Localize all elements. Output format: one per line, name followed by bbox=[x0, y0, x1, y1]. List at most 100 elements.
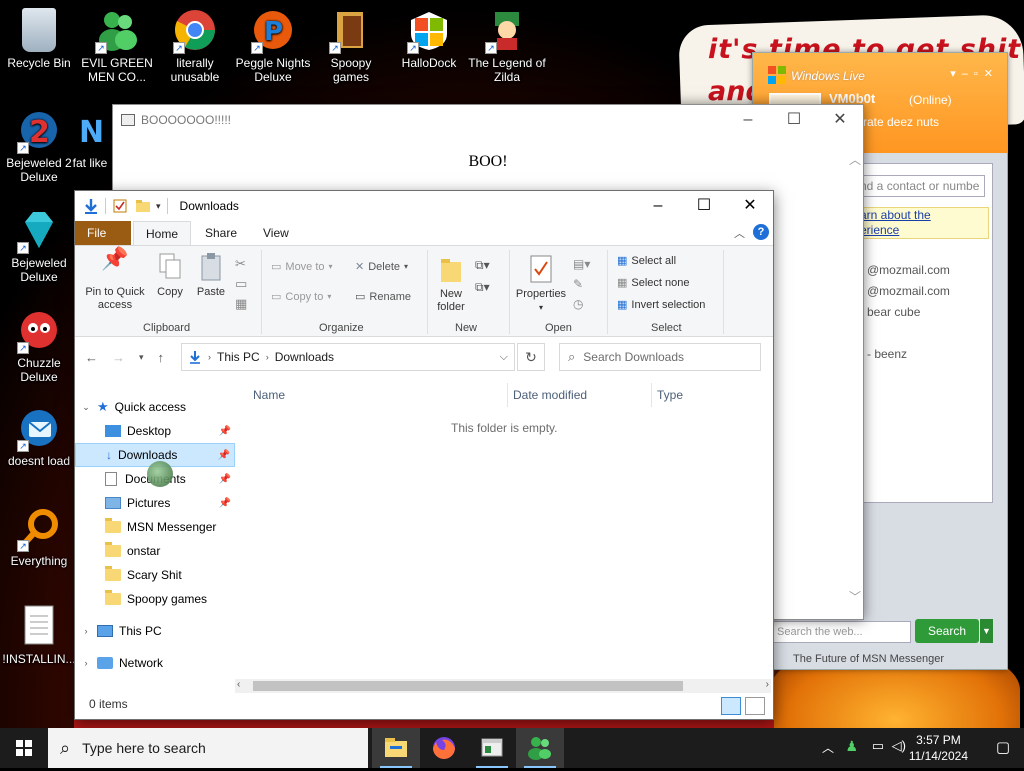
scroll-right-icon[interactable]: › bbox=[766, 679, 769, 690]
breadcrumb-this-pc[interactable]: This PC bbox=[217, 350, 260, 364]
copy-to-button[interactable]: ▭ Copy to ▾ bbox=[271, 290, 331, 304]
taskbar-boo-app[interactable] bbox=[468, 728, 516, 768]
download-arrow-icon[interactable] bbox=[83, 198, 99, 214]
tree-item-desktop[interactable]: Desktop 📌 bbox=[75, 419, 235, 443]
scroll-up-icon[interactable]: ︿ bbox=[849, 151, 861, 168]
pin-icon[interactable]: 📌 bbox=[218, 450, 230, 461]
properties-button[interactable]: Properties ▾ bbox=[515, 254, 567, 314]
refresh-icon[interactable]: ↻ bbox=[517, 343, 545, 371]
open-small-icons[interactable]: ▤▾ ✎ ◷ bbox=[573, 254, 590, 314]
clock[interactable]: 3:57 PM 11/14/2024 bbox=[909, 732, 968, 764]
new-item-small-icons[interactable]: ⧉▾ ⧉▾ bbox=[475, 254, 490, 298]
tree-item-pictures[interactable]: Pictures 📌 bbox=[75, 491, 235, 515]
pin-icon[interactable]: 📌 bbox=[219, 498, 231, 509]
address-bar[interactable]: › This PC › Downloads ⌵ bbox=[181, 343, 515, 371]
tree-item-spoopy-games[interactable]: Spoopy games bbox=[75, 587, 235, 611]
taskbar-firefox[interactable] bbox=[420, 728, 468, 768]
desktop-icon-fat-like[interactable]: N fat like bbox=[60, 108, 120, 170]
file-explorer-window[interactable]: ▾ Downloads – ☐ ✕ File Home Share View ︿… bbox=[74, 190, 774, 720]
chevron-right-icon[interactable]: › bbox=[75, 626, 97, 636]
messenger-personal-message[interactable]: rate deez nuts bbox=[863, 115, 939, 129]
column-divider[interactable] bbox=[507, 383, 508, 407]
select-all-button[interactable]: ▦ Select all bbox=[617, 254, 676, 268]
start-button[interactable] bbox=[0, 728, 48, 768]
messenger-status[interactable]: (Online) bbox=[909, 93, 952, 107]
quick-access-toolbar-dropdown-icon[interactable]: ▾ bbox=[156, 201, 161, 212]
column-name[interactable]: Name bbox=[253, 383, 285, 407]
pin-icon[interactable]: 📌 bbox=[219, 426, 231, 437]
tray-messenger-icon[interactable]: ♟ bbox=[845, 738, 858, 755]
messenger-window-controls[interactable]: ▾–▫✕ bbox=[950, 67, 999, 80]
contact-item[interactable]: bear cube bbox=[867, 305, 920, 319]
notifications-icon[interactable]: ▢ bbox=[996, 738, 1010, 756]
tab-view[interactable]: View bbox=[251, 221, 301, 245]
forward-arrow-icon[interactable]: → bbox=[112, 350, 125, 365]
desktop-icon-installing[interactable]: !INSTALLIN... bbox=[0, 604, 78, 666]
desktop-icon-hallodock[interactable]: ↗ HalloDock bbox=[390, 8, 468, 70]
move-to-button[interactable]: ▭ Move to ▾ bbox=[271, 260, 333, 274]
minimize-button[interactable]: – bbox=[635, 191, 681, 221]
delete-button[interactable]: ✕ Delete ▾ bbox=[355, 260, 408, 274]
recent-locations-icon[interactable]: ▾ bbox=[139, 352, 144, 363]
copy-button[interactable]: Copy bbox=[153, 252, 187, 299]
desktop-icon-everything[interactable]: ↗ Everything bbox=[0, 506, 78, 568]
desktop-icon-evil-green-men[interactable]: ↗ EVIL GREEN MEN CO... bbox=[78, 8, 156, 84]
details-view-icon[interactable] bbox=[721, 697, 741, 715]
minimize-button[interactable]: – bbox=[725, 105, 771, 135]
properties-check-icon[interactable] bbox=[112, 198, 128, 214]
column-type[interactable]: Type bbox=[657, 383, 683, 407]
contact-item[interactable]: - beenz bbox=[867, 347, 907, 361]
tree-item-scary-shit[interactable]: Scary Shit bbox=[75, 563, 235, 587]
horizontal-scrollbar[interactable]: ‹ › bbox=[235, 679, 771, 693]
network-icon[interactable]: ▭ bbox=[872, 738, 884, 754]
contact-item[interactable]: @mozmail.com bbox=[867, 284, 950, 298]
desktop-icon-doesnt-load[interactable]: ↗ doesnt load bbox=[0, 406, 78, 468]
scroll-down-icon[interactable]: ﹀ bbox=[849, 588, 861, 605]
web-search-input[interactable]: Search the web... bbox=[773, 621, 911, 643]
tray-overflow-chevron-icon[interactable]: ︿ bbox=[822, 739, 834, 756]
tree-item-msn-messenger[interactable]: MSN Messenger bbox=[75, 515, 235, 539]
info-link[interactable]: arn about the erience bbox=[853, 207, 989, 239]
web-search-button[interactable]: Search bbox=[915, 619, 979, 643]
paste-button[interactable]: Paste bbox=[193, 252, 229, 299]
pin-to-quick-access-button[interactable]: 📌 Pin to Quick access bbox=[79, 248, 151, 312]
breadcrumb-downloads[interactable]: Downloads bbox=[275, 350, 334, 364]
maximize-button[interactable]: ☐ bbox=[681, 191, 727, 221]
scroll-left-icon[interactable]: ‹ bbox=[237, 679, 240, 690]
desktop-icon-chuzzle[interactable]: ↗ Chuzzle Deluxe bbox=[0, 308, 78, 384]
tree-item-onstar[interactable]: onstar bbox=[75, 539, 235, 563]
taskbar-search-box[interactable]: ⌕ Type here to search bbox=[48, 728, 368, 768]
tree-this-pc[interactable]: › This PC bbox=[75, 619, 235, 643]
taskbar-file-explorer[interactable] bbox=[372, 728, 420, 768]
large-icons-view-icon[interactable] bbox=[745, 697, 765, 715]
help-icon[interactable]: ? bbox=[753, 224, 769, 240]
close-button[interactable]: ✕ bbox=[817, 105, 863, 135]
close-button[interactable]: ✕ bbox=[727, 191, 773, 221]
info-link-line2[interactable]: erience bbox=[860, 223, 988, 238]
tree-network[interactable]: › Network bbox=[75, 651, 235, 675]
tree-quick-access[interactable]: ⌄ ★ Quick access bbox=[75, 395, 235, 419]
address-dropdown-icon[interactable]: ⌵ bbox=[500, 351, 508, 364]
column-divider[interactable] bbox=[651, 383, 652, 407]
up-arrow-icon[interactable]: ↑ bbox=[158, 350, 165, 365]
clipboard-small-icons[interactable]: ✂ ▭ ▦ bbox=[235, 254, 247, 314]
search-input[interactable]: ⌕ Search Downloads bbox=[559, 343, 761, 371]
desktop-icon-literally-unusable[interactable]: ↗ literally unusable bbox=[156, 8, 234, 84]
tab-file[interactable]: File bbox=[75, 221, 131, 245]
new-folder-button[interactable]: New folder bbox=[431, 254, 471, 314]
collapse-ribbon-icon[interactable]: ︿ bbox=[734, 225, 745, 241]
back-arrow-icon[interactable]: ← bbox=[85, 350, 98, 365]
taskbar-messenger[interactable] bbox=[516, 728, 564, 768]
desktop-icon-peggle[interactable]: P ↗ Peggle Nights Deluxe bbox=[234, 8, 312, 84]
volume-icon[interactable]: ◁) bbox=[892, 738, 906, 754]
column-date-modified[interactable]: Date modified bbox=[513, 383, 587, 407]
contact-item[interactable]: @mozmail.com bbox=[867, 263, 950, 277]
invert-selection-button[interactable]: ▦ Invert selection bbox=[617, 298, 705, 312]
rename-button[interactable]: ▭ Rename bbox=[355, 290, 411, 304]
desktop-icon-spoopy-games[interactable]: ↗ Spoopy games bbox=[312, 8, 390, 84]
explorer-titlebar[interactable]: ▾ Downloads – ☐ ✕ bbox=[75, 191, 773, 221]
search-dropdown-icon[interactable]: ▼ bbox=[979, 619, 993, 643]
tab-home[interactable]: Home bbox=[133, 221, 192, 246]
desktop-icon-legend-of-zilda[interactable]: ↗ The Legend of Zilda bbox=[468, 8, 546, 84]
pin-icon[interactable]: 📌 bbox=[219, 474, 231, 485]
